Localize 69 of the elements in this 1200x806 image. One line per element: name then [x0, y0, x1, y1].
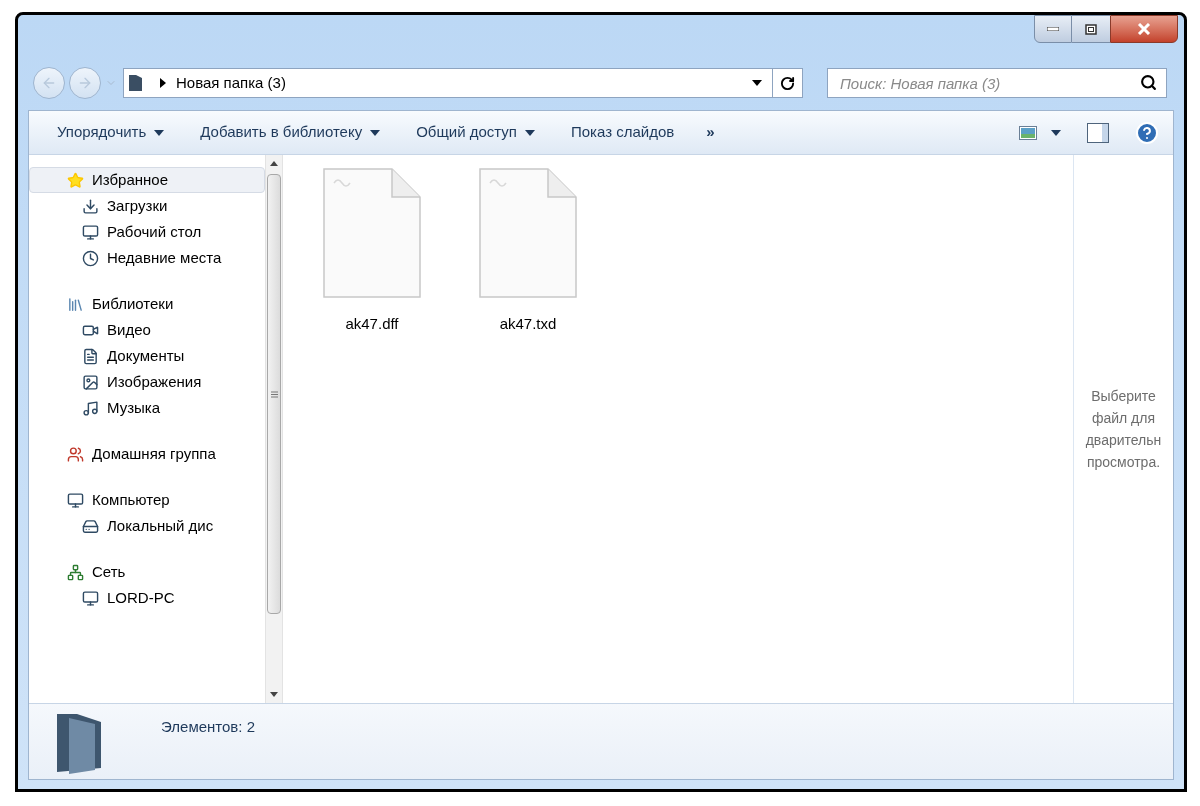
help-button[interactable] — [1135, 120, 1159, 145]
preview-message: Выберите файл для дварительн просмотра. — [1085, 387, 1162, 472]
refresh-icon — [780, 75, 795, 91]
scrollbar[interactable] — [265, 155, 283, 703]
back-icon — [41, 75, 57, 91]
scroll-down-icon[interactable] — [270, 692, 278, 697]
monitor-icon — [82, 223, 99, 241]
nav-item[interactable]: Документы — [29, 343, 265, 369]
nav-item[interactable]: Музыка — [29, 395, 265, 421]
view-icon — [1019, 125, 1037, 140]
document-icon — [82, 347, 99, 365]
preview-pane-button[interactable] — [1087, 122, 1109, 143]
more-button[interactable]: » — [692, 121, 729, 144]
nav-item[interactable]: Рабочий стол — [29, 219, 265, 245]
caret-icon — [154, 129, 165, 136]
image-icon — [82, 373, 99, 391]
nav-item[interactable]: Избранное — [29, 167, 265, 193]
nav-item[interactable]: Локальный дис — [29, 513, 265, 539]
caret-icon — [370, 129, 381, 136]
address-path[interactable]: Новая папка (3) — [176, 71, 286, 95]
help-icon — [1135, 120, 1159, 145]
clock-icon — [82, 249, 99, 267]
computer-icon — [67, 491, 84, 509]
search-field[interactable]: Поиск: Новая папка (3) — [827, 68, 1167, 98]
file-item[interactable]: ak47.txd — [469, 167, 587, 336]
nav-item[interactable]: Загрузки — [29, 193, 265, 219]
maximize-icon — [1085, 23, 1097, 35]
minimize-icon — [1047, 27, 1059, 31]
people-icon — [67, 445, 84, 463]
toolbar-button[interactable]: Показ слайдов — [552, 116, 693, 149]
nav-item[interactable]: LORD-PC — [29, 585, 265, 611]
maximize-button[interactable] — [1072, 15, 1110, 43]
toolbar-button[interactable]: Добавить в библиотеку — [182, 116, 399, 149]
toolbar-button[interactable]: Общий доступ — [398, 116, 553, 149]
nav-item[interactable]: Библиотеки — [29, 291, 265, 317]
file-icon — [322, 167, 422, 299]
star-icon — [67, 171, 84, 189]
file-icon — [478, 167, 578, 299]
download-icon — [82, 197, 99, 215]
view-button[interactable] — [1019, 125, 1061, 140]
caret-icon — [524, 129, 535, 136]
file-name: ak47.dff — [345, 314, 399, 334]
pane-icon — [1087, 122, 1109, 143]
close-icon — [1137, 23, 1151, 35]
nav-item[interactable]: Сеть — [29, 559, 265, 585]
nav-item[interactable]: Домашняя группа — [29, 441, 265, 467]
status-text: Элементов: 2 — [161, 717, 255, 737]
folder-icon — [128, 74, 144, 92]
computer-icon — [82, 589, 99, 607]
nav-item[interactable]: Изображения — [29, 369, 265, 395]
toolbar-button[interactable]: Упорядочить — [39, 116, 183, 149]
scroll-up-icon[interactable] — [270, 161, 278, 166]
close-button[interactable] — [1110, 15, 1178, 43]
network-icon — [67, 563, 84, 581]
file-item[interactable]: ak47.dff — [313, 167, 431, 336]
breadcrumb-arrow-icon — [160, 78, 166, 88]
forward-icon — [77, 75, 93, 91]
library-icon — [67, 295, 84, 313]
file-name: ak47.txd — [499, 314, 557, 334]
nav-item[interactable]: Видео — [29, 317, 265, 343]
scrollbar-thumb[interactable] — [267, 174, 281, 614]
caret-icon — [1051, 129, 1061, 136]
address-bar[interactable]: Новая папка (3) — [123, 68, 803, 98]
nav-item[interactable]: Недавние места — [29, 245, 265, 271]
dropdown-arrow-icon[interactable] — [752, 80, 762, 86]
grip-icon — [270, 390, 278, 398]
nav-item[interactable]: Компьютер — [29, 487, 265, 513]
search-icon — [1140, 74, 1157, 91]
music-icon — [82, 399, 99, 417]
